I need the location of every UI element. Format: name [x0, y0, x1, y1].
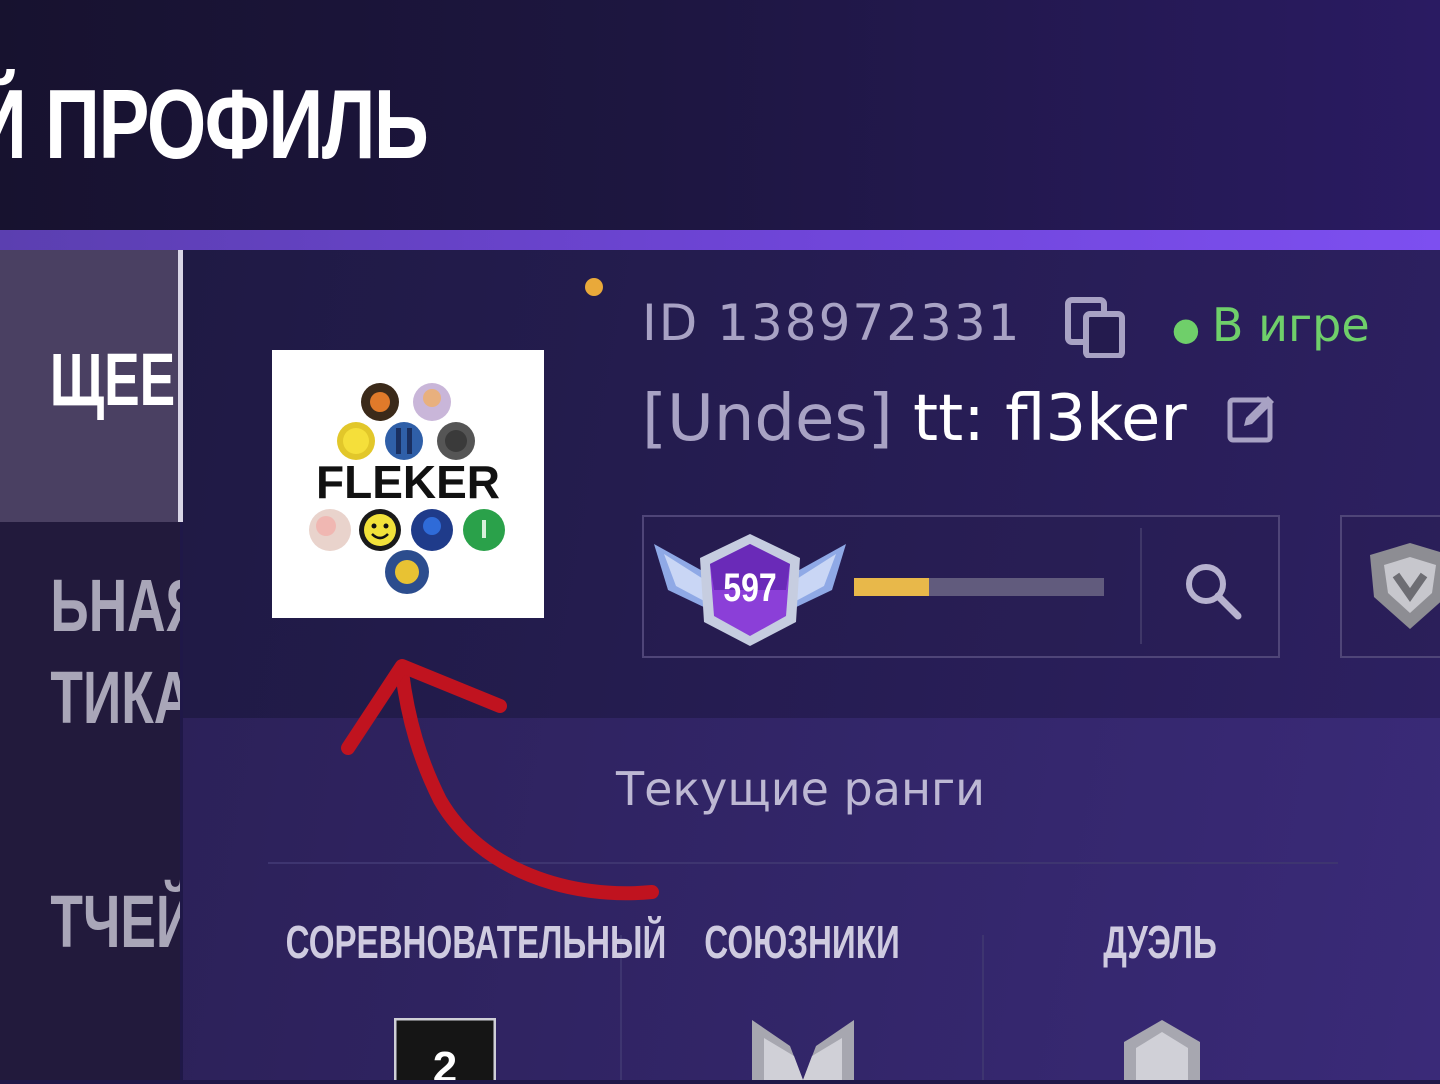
player-name: [Undes] tt: fl3ker: [642, 382, 1187, 456]
search-icon[interactable]: [1180, 558, 1244, 622]
notification-dot: [585, 278, 603, 296]
divider: [1140, 528, 1142, 644]
online-status: ● В игре: [1172, 298, 1370, 352]
xp-progress-bar: [854, 578, 1104, 596]
section-title: Текущие ранги: [616, 762, 986, 816]
page-title: Й ПРОФИЛЬ: [0, 69, 429, 179]
player-id: ID 138972331: [642, 294, 1022, 352]
status-dot: ●: [1172, 309, 1200, 348]
rank-allies-icon: [750, 1016, 856, 1080]
level-number: 597: [723, 566, 777, 610]
status-label: В игре: [1211, 298, 1370, 352]
rank-competitive-value: 2: [433, 1043, 457, 1080]
sidebar-item-label: ЩЕЕ: [49, 338, 176, 421]
mode-label-competitive: СОРЕВНОВАТЕЛЬНЫЙ: [285, 916, 667, 968]
mode-label-duel: ДУЭЛЬ: [1103, 916, 1217, 968]
sidebar-item-label: ЬНАЯ: [50, 564, 180, 647]
mode-label-allies: СОЮЗНИКИ: [704, 916, 900, 968]
sidebar-item-matches[interactable]: ТЧЕЙ: [0, 876, 180, 968]
sidebar-item-general[interactable]: ЩЕЕ: [0, 250, 183, 522]
avatar[interactable]: FLEKER: [272, 350, 544, 618]
edit-icon[interactable]: [1226, 390, 1280, 444]
accent-bar: [0, 230, 1440, 250]
avatar-text: FLEKER: [316, 456, 500, 508]
nickname: tt: fl3ker: [913, 382, 1187, 456]
rank-competitive-icon: 2: [393, 1017, 497, 1084]
sidebar-item-statistics[interactable]: ЬНАЯ ТИКА: [0, 560, 180, 744]
annotation-arrow: [330, 650, 670, 920]
rank-duel-icon: [1122, 1018, 1202, 1080]
divider: [982, 935, 984, 1080]
copy-icon[interactable]: [1064, 296, 1126, 359]
xp-progress-fill: [854, 578, 929, 596]
clan-tag: [Undes]: [642, 382, 893, 456]
sidebar-item-label: ТЧЕЙ: [50, 880, 180, 963]
sidebar-item-label: ТИКА: [50, 656, 180, 739]
rank-emblem-icon: [1360, 535, 1440, 635]
